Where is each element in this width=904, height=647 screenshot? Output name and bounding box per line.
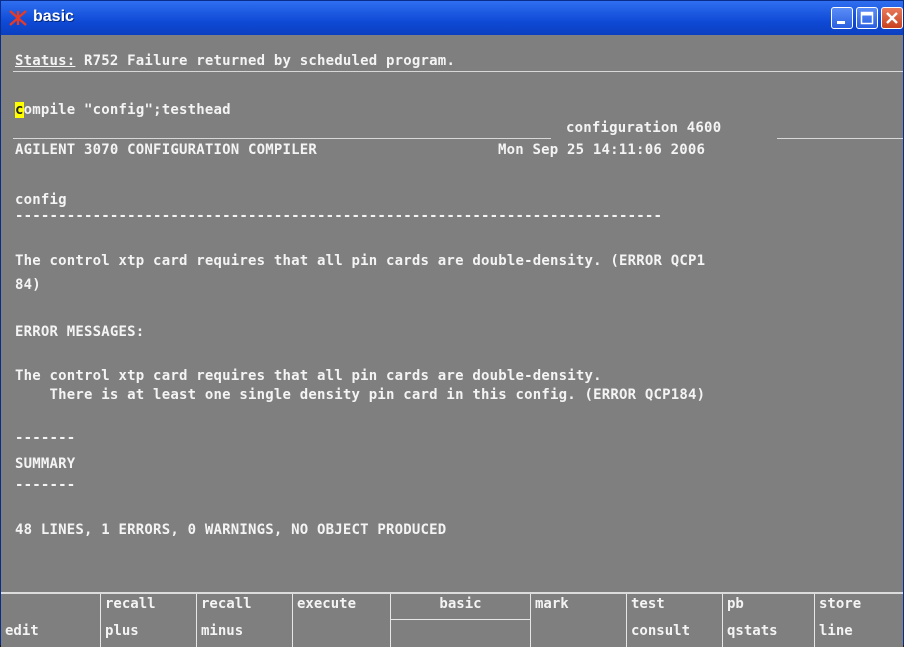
softkey-divider [391,619,530,620]
softkey-label: plus [105,623,139,639]
softkey-bar: edit recall plus recall minus execute ba… [1,592,903,647]
softkey-test-consult[interactable]: test consult [627,594,723,647]
softkey-store-line[interactable]: store line [815,594,903,647]
softkey-recall-plus[interactable]: recall plus [101,594,197,647]
text-cursor: c [15,102,24,118]
softkey-basic[interactable]: basic [391,594,531,647]
summary-dash-top: ------- [15,430,76,446]
softkey-edit[interactable]: edit [1,594,101,647]
error-messages-header: ERROR MESSAGES: [15,324,145,340]
title-bar[interactable]: basic [1,1,903,35]
command-text: ompile "config";testhead [23,102,231,118]
error-line-2a: The control xtp card requires that all p… [15,368,602,384]
close-icon [886,12,898,24]
terminal-window: basic Status: R752 Failure returned by s… [0,0,904,647]
softkey-label: basic [439,596,482,612]
status-text: R752 Failure returned by scheduled progr… [75,53,456,69]
error-line-1b: 84) [15,277,41,293]
softkey-label: store [819,596,862,612]
softkey-execute[interactable]: execute [293,594,391,647]
close-button[interactable] [881,7,903,29]
dash-separator: ----------------------------------------… [15,208,663,224]
softkey-recall-minus[interactable]: recall minus [197,594,293,647]
command-line[interactable]: compile "config";testhead [15,102,231,118]
compiler-title: AGILENT 3070 CONFIGURATION COMPILER [15,142,318,158]
status-label: Status: [15,53,76,69]
summary-title: SUMMARY [15,456,76,472]
compile-date: Mon Sep 25 14:11:06 2006 [498,142,706,158]
softkey-label: line [819,623,853,639]
maximize-button[interactable] [856,7,878,29]
softkey-label: qstats [727,623,778,639]
softkey-mark[interactable]: mark [531,594,627,647]
summary-result: 48 LINES, 1 ERRORS, 0 WARNINGS, NO OBJEC… [15,522,447,538]
softkey-label: mark [535,596,569,612]
status-divider [13,71,903,72]
softkey-label: pb [727,596,744,612]
minimize-icon [837,21,845,24]
header-rule-right [777,138,903,139]
softkey-label: edit [5,623,39,639]
summary-dash-bottom: ------- [15,477,76,493]
configuration-label: configuration 4600 [566,120,722,136]
header-rule-left [13,138,551,139]
maximize-icon [860,11,874,25]
softkey-label: test [631,596,665,612]
minimize-button[interactable] [831,7,853,29]
softkey-label: minus [201,623,244,639]
error-line-1a: The control xtp card requires that all p… [15,253,706,269]
error-line-2b: There is at least one single density pin… [15,387,706,403]
softkey-label: recall [105,596,156,612]
terminal-output[interactable]: Status: R752 Failure returned by schedul… [1,35,903,591]
window-title: basic [33,8,74,25]
softkey-pb-qstats[interactable]: pb qstats [723,594,815,647]
softkey-label: recall [201,596,252,612]
status-line: Status: R752 Failure returned by schedul… [15,53,455,69]
softkey-label: execute [297,596,357,612]
config-name: config [15,192,67,208]
agilent-logo-icon [9,10,27,26]
softkey-label: consult [631,623,691,639]
